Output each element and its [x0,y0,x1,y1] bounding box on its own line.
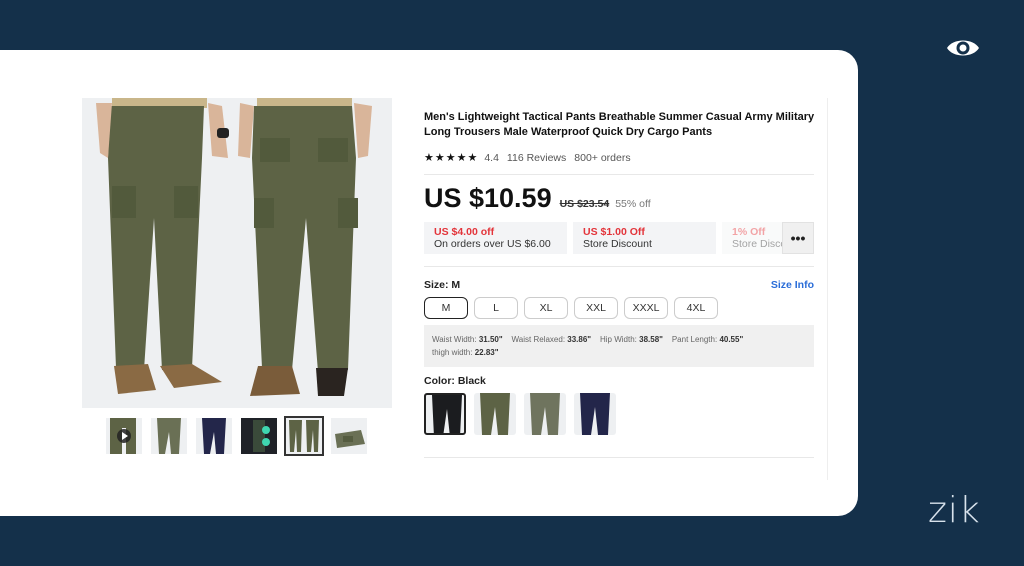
coupon-1[interactable]: US $4.00 off On orders over US $6.00 [424,222,567,254]
coupon-amount: US $4.00 off [434,226,495,238]
coupon-condition: Store Discount [732,238,782,250]
size-option-m[interactable]: M [424,297,468,319]
waist-width-value: 31.50" [478,335,503,344]
pant-length-value: 40.55" [719,335,744,344]
more-coupons-button[interactable]: ••• [782,222,814,254]
divider [424,174,814,175]
size-option-l[interactable]: L [474,297,518,319]
rating-row: ★★★★★ 4.4 116 Reviews 800+ orders [424,151,827,165]
size-label: Size: M [424,279,461,291]
thumbnail-green-side[interactable] [151,418,187,454]
current-price: US $10.59 [424,183,552,213]
size-option-xl[interactable]: XL [524,297,568,319]
thumbnail-selected[interactable] [284,416,324,456]
color-swatch-navy[interactable] [574,393,616,435]
hip-width-label: Hip Width: [599,335,637,344]
coupon-amount: US $1.00 Off [583,226,645,238]
thumbnail-folded[interactable] [331,418,367,454]
size-info-link[interactable]: Size Info [771,279,814,291]
waist-relaxed-label: Waist Relaxed: [511,335,566,344]
color-swatch-army-green[interactable] [474,393,516,435]
product-main-image[interactable] [82,98,392,408]
price-row: US $10.59 US $23.54 55% off [424,183,827,214]
coupon-3[interactable]: 1% Off Store Discount [722,222,782,254]
pant-length-label: Pant Length: [671,335,718,344]
size-option-xxxl[interactable]: XXXL [624,297,668,319]
reviews-link[interactable]: 116 Reviews [507,152,566,164]
color-swatch-black[interactable] [424,393,466,435]
coupon-2[interactable]: US $1.00 Off Store Discount [573,222,716,254]
star-rating-icon: ★★★★★ [424,152,479,164]
hip-width-value: 38.58" [639,335,663,344]
coupon-amount: 1% Off [732,226,766,238]
original-price: US $23.54 [559,198,610,210]
eye-icon[interactable] [945,36,981,60]
size-header: Size: M Size Info [424,279,814,291]
coupon-condition: Store Discount [583,238,652,250]
color-label: Color: Black [424,375,486,387]
coupon-condition: On orders over US $6.00 [434,238,551,250]
waist-width-label: Waist Width: [432,335,477,344]
coupon-row: US $4.00 off On orders over US $6.00 US … [424,222,816,254]
orders-count: 800+ orders [574,151,631,164]
size-measurements: Waist Width: 31.50" Waist Relaxed: 33.86… [424,325,814,367]
size-options: M L XL XXL XXXL 4XL [424,297,827,319]
color-options [424,393,827,435]
waist-relaxed-value: 33.86" [567,335,592,344]
size-option-xxl[interactable]: XXL [574,297,618,319]
thumbnail-strip [106,416,367,456]
thumbnail-video[interactable] [106,418,142,454]
divider [424,266,814,267]
discount-percent: 55% off [615,198,651,210]
divider [424,457,814,458]
product-title: Men's Lightweight Tactical Pants Breatha… [424,111,815,138]
thigh-width-value: 22.83" [474,348,499,357]
rating-value: 4.4 [484,151,499,164]
color-swatch-gray-green[interactable] [524,393,566,435]
thigh-width-label: thigh width: [432,348,473,357]
thumbnail-feature[interactable] [241,418,277,454]
thumbnail-navy[interactable] [196,418,232,454]
product-info-panel: Men's Lightweight Tactical Pants Breatha… [424,98,828,480]
brand-logo: zik [928,490,981,531]
size-option-4xl[interactable]: 4XL [674,297,718,319]
pants-illustration [82,98,392,408]
